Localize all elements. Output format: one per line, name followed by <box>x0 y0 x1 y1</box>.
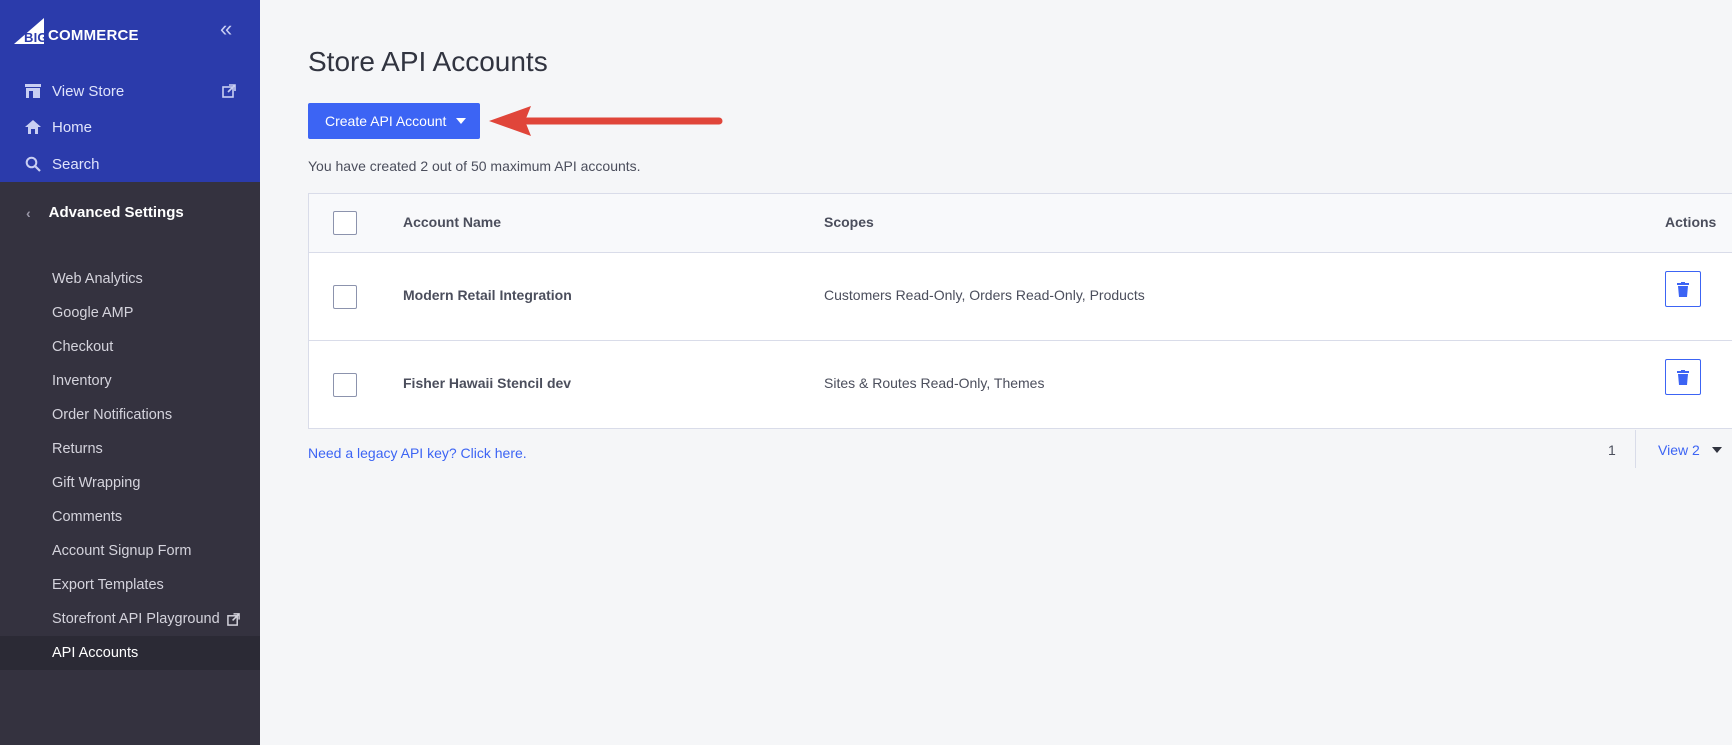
table-row: Modern Retail Integration Customers Read… <box>309 252 1732 340</box>
logo-mark-icon: BIG <box>14 18 48 44</box>
account-name: Modern Retail Integration <box>403 287 572 303</box>
pager-divider <box>1635 430 1636 468</box>
select-all-checkbox[interactable] <box>333 211 357 235</box>
home-icon <box>24 118 42 136</box>
caret-down-icon <box>1711 447 1722 453</box>
row-checkbox[interactable] <box>333 373 357 397</box>
delete-button[interactable] <box>1665 271 1701 307</box>
items-per-page-dropdown[interactable]: View 2 <box>1658 442 1722 458</box>
sidebar-item-google-amp[interactable]: Google AMP <box>0 296 260 330</box>
collapse-sidebar-icon[interactable]: « <box>220 18 232 40</box>
search-icon <box>24 155 42 173</box>
sidebar-link-label: Home <box>52 118 93 136</box>
sidebar-item-label: Order Notifications <box>52 407 173 423</box>
sidebar-item-label: Storefront API Playground <box>52 611 220 627</box>
advanced-settings-back[interactable]: ‹ Advanced Settings <box>26 204 184 221</box>
sidebar-link-view-store[interactable]: View Store <box>24 82 124 100</box>
bigcommerce-logo[interactable]: BIG COMMERCE <box>14 14 139 44</box>
sidebar-item-label: Gift Wrapping <box>52 475 141 491</box>
sidebar-link-label: View Store <box>52 82 125 100</box>
sidebar-item-label: Export Templates <box>52 577 164 593</box>
view-count-label: View 2 <box>1658 442 1700 458</box>
sidebar-item-storefront-api-playground[interactable]: Storefront API Playground <box>0 602 260 636</box>
sidebar-link-label: Search <box>52 155 100 173</box>
section-title: Advanced Settings <box>48 204 184 221</box>
sidebar-item-label: API Accounts <box>52 645 139 661</box>
sidebar-item-label: Account Signup Form <box>52 543 192 559</box>
create-api-account-button[interactable]: Create API Account <box>308 103 480 139</box>
account-scopes: Sites & Routes Read-Only, Themes <box>824 375 1045 391</box>
sidebar-item-label: Checkout <box>52 339 114 355</box>
svg-text:BIG: BIG <box>24 30 48 44</box>
caret-down-icon <box>456 118 466 124</box>
main-content: Store API Accounts Create API Account Yo… <box>260 0 1732 745</box>
sidebar-header: BIG COMMERCE « View Store Home Search <box>0 0 260 182</box>
account-name: Fisher Hawaii Stencil dev <box>403 375 572 391</box>
account-count-text: You have created 2 out of 50 maximum API… <box>308 158 641 174</box>
sidebar-item-gift-wrapping[interactable]: Gift Wrapping <box>0 466 260 500</box>
account-scopes: Customers Read-Only, Orders Read-Only, P… <box>824 287 1145 303</box>
logo-text: COMMERCE <box>48 27 139 44</box>
legacy-api-key-link[interactable]: Need a legacy API key? Click here. <box>308 445 527 461</box>
trash-icon <box>1677 369 1689 385</box>
sidebar-link-home[interactable]: Home <box>24 118 92 136</box>
external-link-icon <box>226 612 240 626</box>
page-number: 1 <box>1608 442 1616 458</box>
sidebar-item-comments[interactable]: Comments <box>0 500 260 534</box>
sidebar-item-checkout[interactable]: Checkout <box>0 330 260 364</box>
sidebar-link-search[interactable]: Search <box>24 155 100 173</box>
sidebar: BIG COMMERCE « View Store Home Search ‹ … <box>0 0 260 745</box>
create-button-label: Create API Account <box>325 113 447 129</box>
column-header-actions: Actions <box>1665 214 1717 230</box>
column-header-account-name: Account Name <box>403 214 502 230</box>
sidebar-item-label: Web Analytics <box>52 271 143 287</box>
store-icon <box>24 82 42 100</box>
sidebar-item-label: Inventory <box>52 373 112 389</box>
advanced-settings-nav: Web Analytics Google AMP Checkout Invent… <box>0 262 260 670</box>
table-row: Fisher Hawaii Stencil dev Sites & Routes… <box>309 340 1732 428</box>
chevron-left-icon: ‹ <box>26 204 31 221</box>
table-header: Account Name Scopes Actions <box>309 194 1732 252</box>
sidebar-item-inventory[interactable]: Inventory <box>0 364 260 398</box>
sidebar-item-label: Comments <box>52 509 123 525</box>
page-title: Store API Accounts <box>308 46 548 77</box>
sidebar-item-order-notifications[interactable]: Order Notifications <box>0 398 260 432</box>
api-accounts-table: Account Name Scopes Actions Modern Retai… <box>308 193 1732 429</box>
sidebar-item-export-templates[interactable]: Export Templates <box>0 568 260 602</box>
column-header-scopes: Scopes <box>824 214 874 230</box>
sidebar-item-api-accounts[interactable]: API Accounts <box>0 636 260 670</box>
delete-button[interactable] <box>1665 359 1701 395</box>
sidebar-item-web-analytics[interactable]: Web Analytics <box>0 262 260 296</box>
sidebar-item-label: Google AMP <box>52 305 134 321</box>
row-checkbox[interactable] <box>333 285 357 309</box>
sidebar-item-returns[interactable]: Returns <box>0 432 260 466</box>
red-arrow-annotation <box>489 106 723 136</box>
sidebar-item-label: Returns <box>52 441 103 457</box>
trash-icon <box>1677 281 1689 297</box>
sidebar-item-account-signup-form[interactable]: Account Signup Form <box>0 534 260 568</box>
external-link-icon[interactable] <box>222 84 236 103</box>
